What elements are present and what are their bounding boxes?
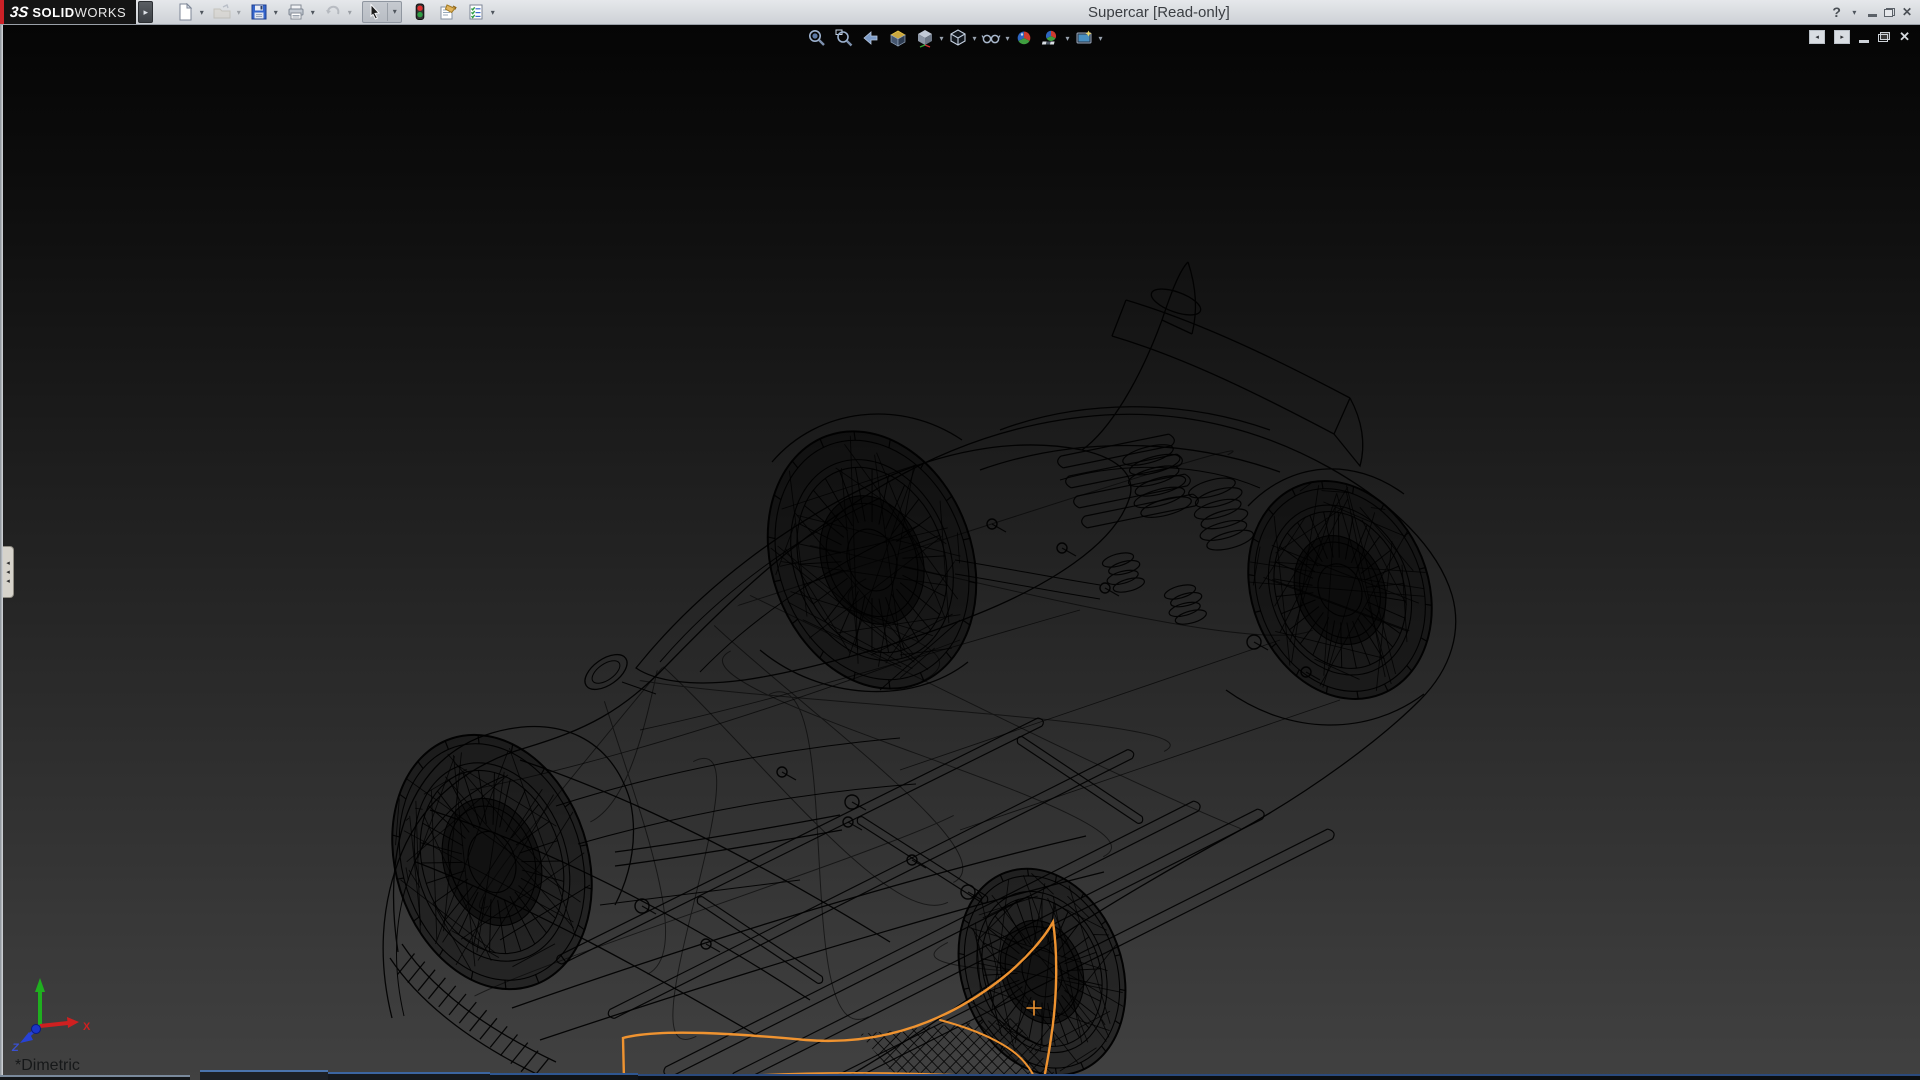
- view-settings-flyout[interactable]: ▾: [1095, 34, 1106, 43]
- select-tool-button[interactable]: [363, 2, 387, 22]
- comment-markup-icon: [439, 3, 457, 21]
- minimized-window-fragment[interactable]: [200, 1070, 328, 1080]
- view-orientation-button[interactable]: [914, 27, 936, 49]
- help-icon[interactable]: ?: [1832, 4, 1841, 20]
- titlebar: 3S SOLIDWORKS ▸ ▾ ▾: [0, 0, 1920, 25]
- print-icon: [287, 3, 305, 21]
- document-window-controls: ◂ ▸ ✕: [1809, 29, 1910, 45]
- document-options-icon: [467, 3, 485, 21]
- panel-collapse-icon: ◂: [6, 569, 10, 576]
- display-style-icon: [948, 28, 968, 48]
- traffic-light-icon: [411, 3, 429, 21]
- undo-button[interactable]: [323, 2, 343, 22]
- apply-scene-button[interactable]: [1040, 27, 1062, 49]
- brand-glyph: 3S: [9, 4, 29, 21]
- previous-view-icon: [861, 28, 881, 48]
- zoom-to-fit-icon: [807, 28, 827, 48]
- document-restore-button[interactable]: [1878, 32, 1890, 42]
- select-cursor-icon: [366, 3, 384, 21]
- edit-appearance-button[interactable]: [1013, 27, 1035, 49]
- panel-collapse-icon: ◂: [6, 560, 10, 567]
- zoom-to-fit-button[interactable]: [806, 27, 828, 49]
- taskbar-edge: [638, 1074, 1920, 1080]
- featuremanager-collapsed-tab[interactable]: ◂ ◂ ◂: [3, 546, 14, 598]
- view-settings-button[interactable]: [1073, 27, 1095, 49]
- document-options-flyout[interactable]: ▾: [486, 8, 499, 17]
- zoom-to-area-button[interactable]: [833, 27, 855, 49]
- close-button[interactable]: ✕: [1902, 5, 1912, 19]
- view-settings-icon: [1074, 28, 1094, 48]
- brand-accent: [0, 0, 4, 24]
- undo-flyout[interactable]: ▾: [343, 8, 356, 17]
- wheel: [361, 709, 624, 1016]
- section-view-button[interactable]: [887, 27, 909, 49]
- headsup-view-toolbar: ▾ ▾ ▾: [806, 27, 1106, 49]
- open-button[interactable]: [212, 2, 232, 22]
- minimized-window-fragment: [0, 1075, 190, 1080]
- select-tool-flyout[interactable]: ▾: [387, 3, 401, 21]
- minimized-window-fragment[interactable]: [490, 1073, 638, 1080]
- previous-view-button[interactable]: [860, 27, 882, 49]
- apply-scene-icon: [1041, 28, 1061, 48]
- section-view-icon: [888, 28, 908, 48]
- help-flyout[interactable]: ▾: [1848, 8, 1861, 17]
- hide-show-items-button[interactable]: [980, 27, 1002, 49]
- select-tool-active[interactable]: ▾: [362, 1, 402, 23]
- apply-scene-flyout[interactable]: ▾: [1062, 34, 1073, 43]
- print-button[interactable]: [286, 2, 306, 22]
- print-flyout[interactable]: ▾: [306, 8, 319, 17]
- zoom-to-area-icon: [834, 28, 854, 48]
- view-orientation-icon: [915, 28, 935, 48]
- hide-show-items-flyout[interactable]: ▾: [1002, 34, 1013, 43]
- orientation-triad: X Z: [11, 978, 91, 1054]
- wireframe-detail-layer: [361, 402, 1464, 1080]
- save-button[interactable]: [249, 2, 269, 22]
- view-orientation-label: *Dimetric: [15, 1057, 80, 1075]
- undo-icon: [324, 3, 342, 21]
- minimized-window-fragment[interactable]: [328, 1072, 490, 1080]
- save-icon: [250, 3, 268, 21]
- brand-name-light: WORKS: [75, 5, 127, 20]
- restore-button[interactable]: [1884, 8, 1895, 17]
- model-canvas[interactable]: X Z: [0, 24, 1920, 1080]
- pane-expand-right-icon[interactable]: ▸: [1834, 30, 1850, 44]
- menu-expander-icon[interactable]: ▸: [138, 1, 153, 23]
- save-flyout[interactable]: ▾: [269, 8, 282, 17]
- open-icon: [213, 3, 231, 21]
- triad-x-label: X: [83, 1021, 91, 1033]
- minimize-button[interactable]: [1868, 14, 1877, 17]
- document-minimize-button[interactable]: [1859, 40, 1869, 43]
- traffic-light-button[interactable]: [410, 2, 430, 22]
- open-flyout[interactable]: ▾: [232, 8, 245, 17]
- hide-show-items-icon: [981, 28, 1001, 48]
- new-document-flyout[interactable]: ▾: [195, 8, 208, 17]
- new-document-button[interactable]: [175, 2, 195, 22]
- new-document-icon: [176, 3, 194, 21]
- brand-name-bold: SOLID: [32, 5, 74, 20]
- pane-collapse-left-icon[interactable]: ◂: [1809, 30, 1825, 44]
- graphics-viewport[interactable]: X Z: [0, 24, 1920, 1080]
- display-style-button[interactable]: [947, 27, 969, 49]
- view-orientation-flyout[interactable]: ▾: [936, 34, 947, 43]
- wheel: [1216, 453, 1463, 727]
- wheel: [733, 402, 1011, 718]
- document-close-button[interactable]: ✕: [1899, 29, 1910, 45]
- triad-z-label: Z: [11, 1042, 20, 1054]
- display-style-flyout[interactable]: ▾: [969, 34, 980, 43]
- comment-markup-button[interactable]: [438, 2, 458, 22]
- document-options-button[interactable]: [466, 2, 486, 22]
- panel-collapse-icon: ◂: [6, 578, 10, 585]
- solidworks-window: 3S SOLIDWORKS ▸ ▾ ▾: [0, 0, 1920, 1080]
- document-title: Supercar [Read-only]: [1088, 4, 1230, 21]
- edit-appearance-icon: [1014, 28, 1034, 48]
- solidworks-logo: 3S SOLIDWORKS: [0, 0, 136, 24]
- titlebar-controls: ? ▾ ✕: [1832, 0, 1912, 24]
- standard-toolbar: ▾ ▾ ▾: [175, 1, 499, 23]
